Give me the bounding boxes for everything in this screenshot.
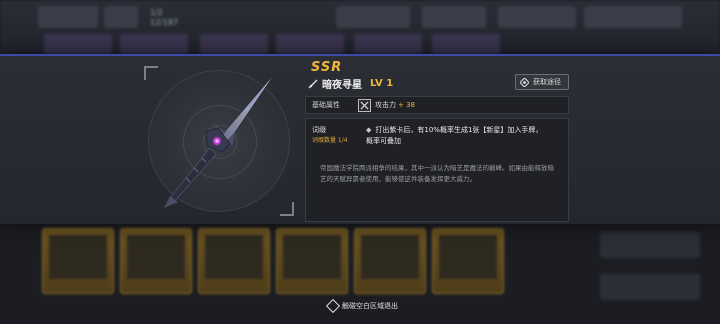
affix-title: 词缀 <box>312 126 326 134</box>
affix-count: 词缀数量 1/4 <box>312 137 348 144</box>
rarity-badge: SSR <box>311 60 343 75</box>
affix-text: 打出紫卡后，有10%概率生成1张【新星】加入手牌，概率可叠加 <box>366 126 543 145</box>
bullet-icon: ◆ <box>366 126 372 134</box>
equipment-card <box>432 228 504 294</box>
home-button <box>104 6 138 28</box>
bg-thumb <box>276 34 344 54</box>
exit-hint[interactable]: 触碰空白区域退出 <box>325 298 398 314</box>
filter-pill <box>336 6 410 28</box>
weapon-level: LV 1 <box>370 78 394 89</box>
equipment-card <box>198 228 270 294</box>
weapon-name: 暗夜寻星 <box>322 80 362 91</box>
affix-description: ◆ 打出紫卡后，有10%概率生成1张【新星】加入手牌，概率可叠加 <box>366 125 546 147</box>
diamond-icon <box>520 77 529 87</box>
stat-name: 攻击力 <box>375 101 396 109</box>
get-source-label: 获取途径 <box>533 78 561 86</box>
background-top-bar: 1/2 12/187 <box>0 0 720 54</box>
sword-icon <box>308 79 318 88</box>
bg-thumb <box>354 34 422 54</box>
equipment-card <box>276 228 348 294</box>
equipment-card <box>42 228 114 294</box>
description-panel: 词缀 词缀数量 1/4 ◆ 打出紫卡后，有10%概率生成1张【新星】加入手牌，概率… <box>305 118 569 222</box>
weapon-title-row: 暗夜寻星 LV 1 <box>308 76 393 91</box>
lore-text: 帝国魔法学院两派相争的结果，其中一派认为暗艺是魔法的巅峰。如果由能释放暗艺的天赋… <box>320 164 554 183</box>
bg-thumb <box>200 34 268 54</box>
bg-thumb <box>120 34 188 54</box>
exit-hint-label: 触碰空白区域退出 <box>342 302 398 310</box>
equipment-card <box>354 228 426 294</box>
tap-icon <box>325 298 341 314</box>
sort-dropdown <box>498 6 576 28</box>
top-label-1: 1/2 <box>150 8 163 17</box>
crossed-swords-icon <box>358 98 371 112</box>
weapon-image <box>164 71 277 208</box>
equipment-card <box>120 228 192 294</box>
base-attribute-row: 基础属性 攻击力 + 38 <box>305 96 569 114</box>
bg-thumb <box>44 34 112 54</box>
side-button <box>600 232 700 258</box>
top-label-2: 12/187 <box>150 18 179 27</box>
get-source-button[interactable]: 获取途径 <box>515 74 569 90</box>
bg-thumb <box>432 34 500 54</box>
side-button <box>600 274 700 300</box>
sort-pill <box>422 6 486 28</box>
weapon-detail-modal: SSR 暗夜寻星 LV 1 获取途径 基础属性 攻击力 + 38 词缀 词缀数量… <box>0 54 720 224</box>
base-attr-label: 基础属性 <box>312 101 340 109</box>
back-button <box>38 6 98 28</box>
tab-pill <box>584 6 682 28</box>
stat-value: + 38 <box>398 101 415 109</box>
